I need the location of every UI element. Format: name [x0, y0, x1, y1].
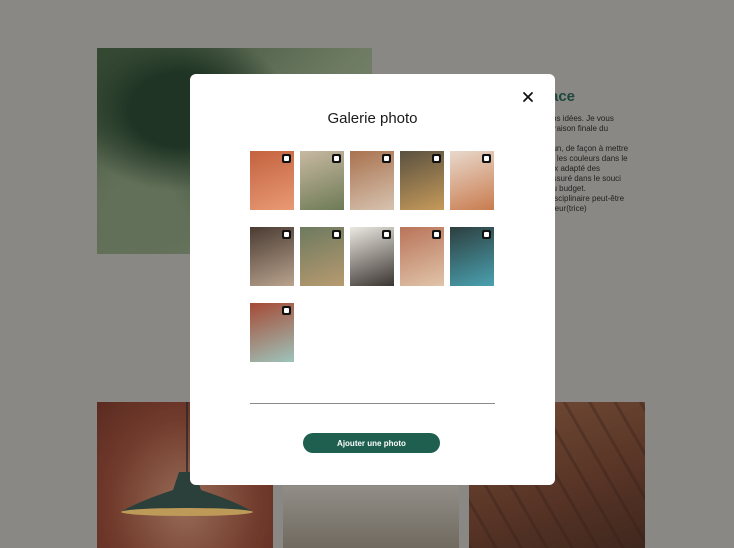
gallery-photo-terracotta-room[interactable] [400, 227, 444, 286]
delete-photo-icon[interactable] [432, 230, 441, 239]
delete-photo-icon[interactable] [432, 154, 441, 163]
delete-photo-icon[interactable] [332, 154, 341, 163]
delete-photo-icon[interactable] [382, 154, 391, 163]
delete-photo-icon[interactable] [482, 230, 491, 239]
delete-photo-icon[interactable] [482, 154, 491, 163]
gallery-photo-corridor-red[interactable] [250, 303, 294, 362]
delete-photo-icon[interactable] [282, 154, 291, 163]
close-icon[interactable] [521, 90, 535, 104]
gallery-photo-lamp-orange[interactable] [250, 151, 294, 210]
gallery-photo-white-nook[interactable] [350, 227, 394, 286]
delete-photo-icon[interactable] [332, 230, 341, 239]
delete-photo-icon[interactable] [282, 230, 291, 239]
gallery-photo-arch-chair[interactable] [450, 151, 494, 210]
gallery-photo-green-room[interactable] [300, 227, 344, 286]
gallery-photo-lounge-sofa[interactable] [350, 151, 394, 210]
add-photo-button[interactable]: Ajouter une photo [303, 433, 440, 453]
modal-title: Galerie photo [327, 110, 418, 127]
delete-photo-icon[interactable] [382, 230, 391, 239]
delete-photo-icon[interactable] [282, 306, 291, 315]
divider [250, 403, 495, 404]
gallery-photo-shelf-room[interactable] [400, 151, 444, 210]
gallery-photo-bar-counter[interactable] [450, 227, 494, 286]
photo-gallery-modal: Galerie photo Ajouter une photo [190, 74, 555, 485]
gallery-photo-living-plants[interactable] [300, 151, 344, 210]
gallery-photo-dark-bedroom[interactable] [250, 227, 294, 286]
